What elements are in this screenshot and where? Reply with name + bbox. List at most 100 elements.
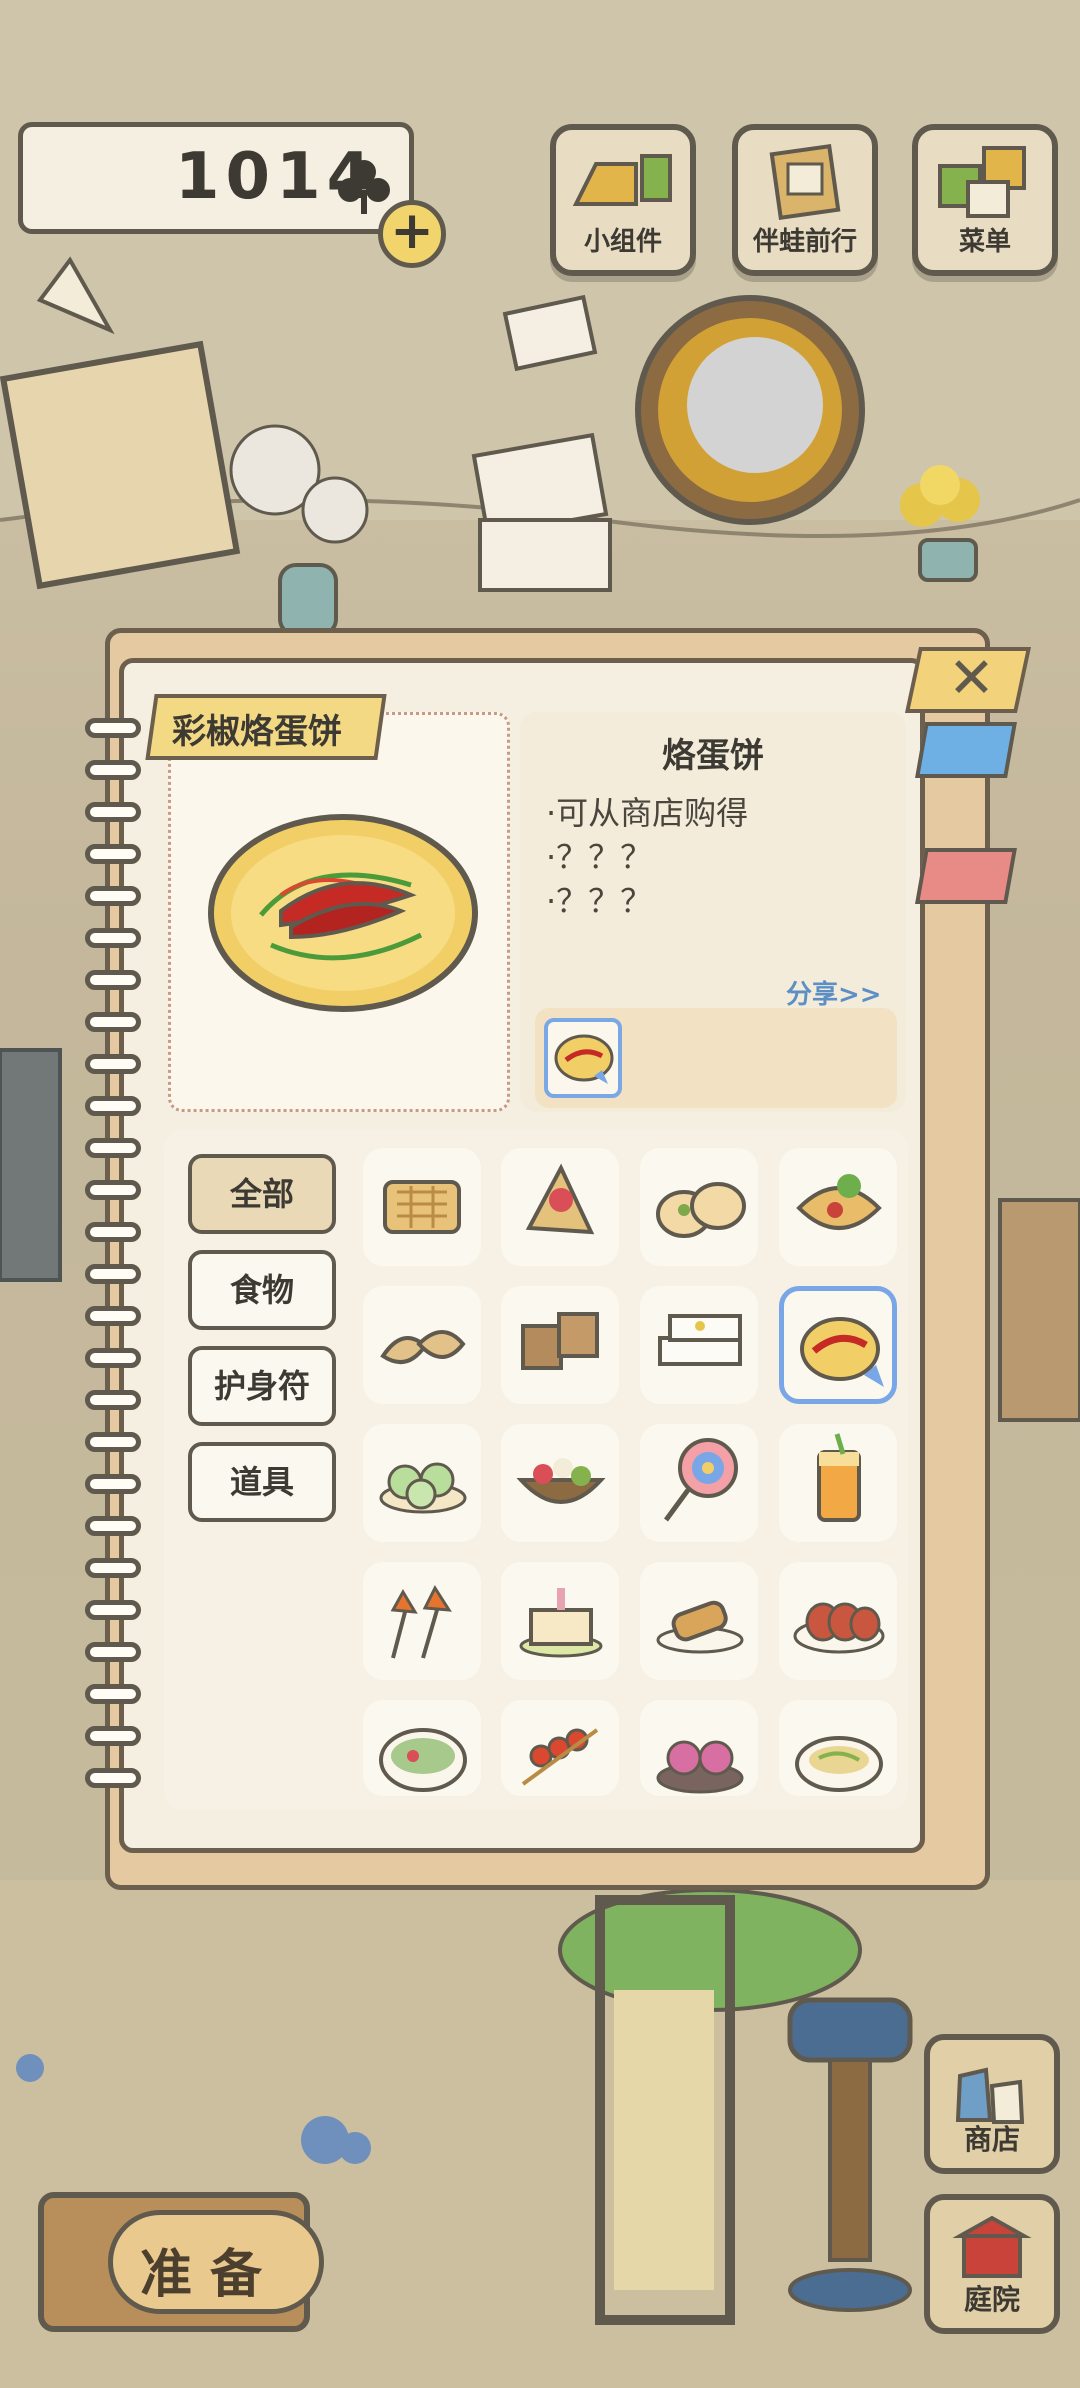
spiral-ring [85, 1684, 141, 1704]
waffle-sandwich-icon [383, 1180, 461, 1234]
pepper-omelette-large-icon [208, 814, 478, 1012]
item-cell[interactable] [363, 1700, 481, 1796]
spiral-ring [85, 1390, 141, 1410]
spiral-ring [85, 1180, 141, 1200]
journey-icon [769, 144, 841, 220]
selected-item-name: 彩椒烙蛋饼 [172, 712, 342, 752]
item-desc-line: ·可从商店购得 [546, 794, 749, 832]
item-cell[interactable] [363, 1424, 481, 1542]
category-charm[interactable]: 护身符 [188, 1346, 336, 1426]
shop-button[interactable]: 商店 [924, 2034, 1060, 2174]
widget-label: 小组件 [583, 227, 662, 257]
item-cell[interactable] [501, 1286, 619, 1404]
bookmark-pink[interactable] [915, 848, 1017, 904]
bookmark-blue[interactable] [915, 722, 1017, 778]
item-preview [168, 712, 510, 1112]
tortilla-wrap-icon [796, 1174, 882, 1230]
menu-button[interactable]: 菜单 [912, 124, 1058, 276]
spiral-ring [85, 1264, 141, 1284]
spiral-ring [85, 1516, 141, 1536]
recipe-slot-selected[interactable] [544, 1018, 622, 1098]
item-cell[interactable] [363, 1286, 481, 1404]
spiral-ring [85, 1642, 141, 1662]
spiral-ring [85, 1096, 141, 1116]
spiral-ring [85, 1306, 141, 1326]
spiral-ring [85, 1474, 141, 1494]
crepe-icon [525, 1163, 595, 1235]
maple-leaf-skewers-icon [390, 1584, 452, 1659]
stuffed-buns-icon [656, 1182, 746, 1238]
item-desc-line: ·？？？ [546, 838, 653, 876]
spiral-ring [85, 928, 141, 948]
journey-label: 伴蛙前行 [752, 227, 857, 257]
spiral-ring [85, 802, 141, 822]
pepper-omelette-small-icon [554, 1034, 614, 1084]
item-desc-line: ·？？？ [546, 882, 653, 920]
item-title: 烙蛋饼 [662, 736, 764, 776]
vegetable-soup-icon [379, 1728, 467, 1792]
spiral-ring [85, 970, 141, 990]
spiral-ring [85, 1600, 141, 1620]
item-cell[interactable] [501, 1148, 619, 1266]
close-icon[interactable]: ✕ [948, 646, 995, 711]
add-currency-button[interactable]: + [378, 200, 446, 268]
green-buns-icon [379, 1462, 467, 1514]
spiral-ring [85, 718, 141, 738]
item-cell[interactable] [779, 1148, 897, 1266]
sausage-platter-icon [793, 1602, 885, 1654]
item-cell[interactable] [640, 1562, 758, 1680]
menu-label: 菜单 [958, 227, 1011, 257]
spiral-ring [85, 1222, 141, 1242]
shop-label: 商店 [963, 2123, 1020, 2156]
yard-button[interactable]: 庭院 [924, 2194, 1060, 2334]
menu-icon [938, 146, 1026, 218]
item-cell[interactable] [363, 1562, 481, 1680]
spiral-ring [85, 1138, 141, 1158]
journey-button[interactable]: 伴蛙前行 [732, 124, 878, 276]
plus-icon: + [390, 201, 434, 261]
pepper-omelette-icon [800, 1317, 884, 1387]
spiral-ring [85, 1054, 141, 1074]
category-food[interactable]: 食物 [188, 1250, 336, 1330]
spiral-ring [85, 844, 141, 864]
spiral-ring [85, 1726, 141, 1746]
tofu-blocks-icon [521, 1312, 599, 1370]
category-all[interactable]: 全部 [188, 1154, 336, 1234]
widget-icon [572, 154, 672, 206]
yard-label: 庭院 [963, 2283, 1020, 2316]
category-tools[interactable]: 道具 [188, 1442, 336, 1522]
dumplings-icon [380, 1330, 466, 1365]
spiral-ring [85, 1012, 141, 1032]
item-cell[interactable] [501, 1424, 619, 1542]
widget-button[interactable]: 小组件 [550, 124, 696, 276]
item-cell[interactable] [779, 1286, 897, 1404]
rice-cakes-icon [658, 1314, 742, 1366]
item-cell[interactable] [640, 1700, 758, 1796]
spiral-ring [85, 886, 141, 906]
item-cell[interactable] [501, 1562, 619, 1680]
iced-tea-icon [817, 1433, 861, 1522]
fruit-salad-icon [516, 1458, 606, 1504]
item-cell[interactable] [779, 1562, 897, 1680]
clover-icon [338, 160, 390, 214]
item-cell[interactable] [779, 1424, 897, 1542]
item-cell[interactable] [640, 1148, 758, 1266]
meat-skewers-icon [521, 1728, 599, 1786]
mochi-icon [656, 1740, 744, 1794]
share-link[interactable]: 分享>> [786, 974, 882, 1011]
item-cell[interactable] [640, 1424, 758, 1542]
spiral-ring [85, 760, 141, 780]
spiral-ring [85, 1768, 141, 1788]
noodle-soup-icon [795, 1736, 883, 1792]
spiral-ring [85, 1558, 141, 1578]
item-cell[interactable] [779, 1700, 897, 1796]
prepare-label: 准备 [140, 2245, 281, 2305]
spiral-ring [85, 1348, 141, 1368]
cake-icon [519, 1588, 603, 1658]
spiral-ring [85, 1432, 141, 1452]
lollipop-icon [663, 1438, 738, 1522]
item-cell[interactable] [640, 1286, 758, 1404]
spring-roll-icon [656, 1600, 744, 1654]
item-cell[interactable] [501, 1700, 619, 1796]
item-cell[interactable] [363, 1148, 481, 1266]
